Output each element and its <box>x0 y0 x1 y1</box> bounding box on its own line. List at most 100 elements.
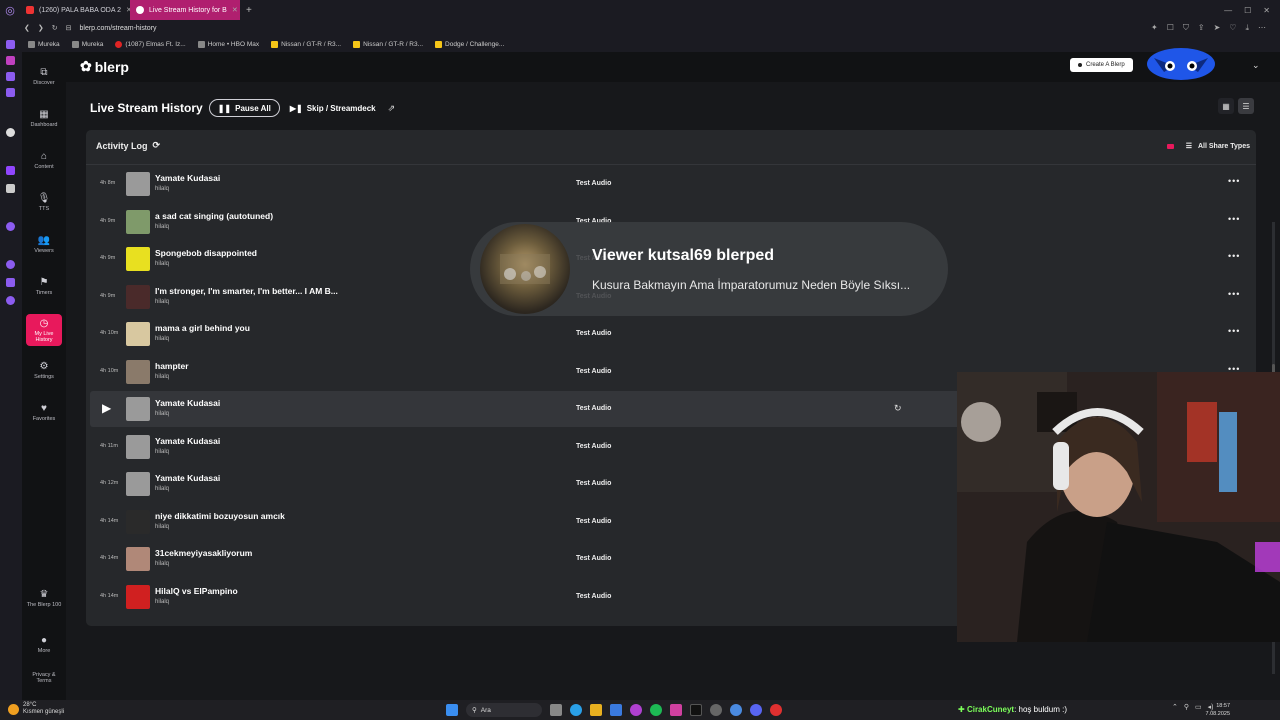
sidebar-item-viewers[interactable]: 👥 Viewers <box>26 234 62 255</box>
app-icon[interactable] <box>770 704 782 716</box>
instagram-icon[interactable] <box>670 704 682 716</box>
more-options-icon[interactable]: ••• <box>1228 326 1240 336</box>
external-link-icon[interactable]: ⇗ <box>388 103 396 114</box>
sidebar-app-icon[interactable] <box>6 72 15 81</box>
sidebar-item-the-blerp-100[interactable]: ♛ The Blerp 100 <box>26 588 62 609</box>
sidebar-item-my-live-history[interactable]: ◷ My Live History <box>26 314 62 346</box>
sidebar-item-settings[interactable]: ⚙ Settings <box>26 360 62 381</box>
chat-overlay: ✚ CirakCuneyt: hoş buldum :) <box>958 705 1067 714</box>
back-icon[interactable]: ❮ <box>24 24 30 32</box>
more-options-icon[interactable]: ••• <box>1228 289 1240 299</box>
more-options-icon[interactable]: ••• <box>1228 176 1240 186</box>
tab-youtube[interactable]: (1260) PALA BABA ODA 2 ✕ <box>20 0 130 20</box>
sound-title: niye dikkatimi bozuyosun amcık <box>155 510 285 521</box>
sidebar-app-icon[interactable] <box>6 40 15 49</box>
play-icon[interactable]: ▶ <box>102 401 111 415</box>
clock[interactable]: 18:57 7.08.2025 <box>1204 702 1230 718</box>
browser-logo-icon[interactable]: ◎ <box>0 0 20 20</box>
bookmark-item[interactable]: Mureka <box>71 40 103 48</box>
more-options-icon[interactable]: ••• <box>1228 251 1240 261</box>
heart-icon[interactable]: ♡ <box>1229 23 1236 33</box>
chevron-down-icon[interactable]: ⌄ <box>1252 60 1260 71</box>
bookmark-item[interactable]: Home • HBO Max <box>197 40 259 48</box>
sidebar-app-icon[interactable] <box>6 222 15 231</box>
forward-icon[interactable]: ❯ <box>38 24 44 32</box>
discover-icon: ⧉ <box>40 66 48 78</box>
sidebar-item-discover[interactable]: ⧉ Discover <box>26 66 62 87</box>
store-icon[interactable] <box>610 704 622 716</box>
tab-blerp[interactable]: Live Stream History for B ✕ <box>130 0 240 20</box>
share-icon[interactable]: ⇪ <box>1198 23 1205 33</box>
skip-streamdeck-button[interactable]: ▶❚ Skip / Streamdeck <box>290 104 376 113</box>
sidebar-app-icon[interactable] <box>6 56 15 65</box>
browser-app-icon[interactable] <box>630 704 642 716</box>
grid-view-icon[interactable]: ▦ <box>1218 98 1234 114</box>
download-icon[interactable]: ⤓ <box>1245 23 1249 33</box>
share-type-filter[interactable]: ☰ All Share Types <box>1166 142 1250 150</box>
reload-icon[interactable]: ↻ <box>52 24 58 32</box>
blerp-logo[interactable]: ✿ blerp <box>80 58 129 75</box>
window-controls: — ☐ ✕ <box>1224 6 1280 15</box>
sidebar-item-dashboard[interactable]: ▦ Dashboard <box>26 108 62 129</box>
sound-user: hilalq <box>155 523 170 530</box>
bookmark-item[interactable]: Nissan / GT-R / R3... <box>353 40 423 48</box>
app-icon[interactable] <box>730 704 742 716</box>
bookmark-item[interactable]: Mureka <box>28 40 60 48</box>
bookmark-item[interactable]: Dodge / Challenge... <box>435 40 504 48</box>
mic-icon[interactable]: ⚲ <box>1184 703 1189 711</box>
send-icon[interactable]: ➤ <box>1214 23 1221 33</box>
blerp-logo-icon: ✿ <box>80 58 92 74</box>
network-icon[interactable]: ▭ <box>1195 703 1202 711</box>
create-blerp-button[interactable]: Create A Blerp <box>1070 58 1133 72</box>
taskbar-search[interactable]: ⚲ Ara <box>466 703 542 717</box>
sidebar-app-icon[interactable] <box>6 278 15 287</box>
more-options-icon[interactable]: ••• <box>1228 214 1240 224</box>
twitch-icon[interactable] <box>6 166 15 175</box>
minimize-icon[interactable]: — <box>1224 6 1232 15</box>
file-explorer-icon[interactable] <box>590 704 602 716</box>
bookmark-item[interactable]: Nissan / GT-R / R3... <box>271 40 341 48</box>
bookmark-icon[interactable]: ☐ <box>1167 23 1174 33</box>
sidebar-app-icon[interactable] <box>6 128 15 137</box>
sound-thumbnail <box>126 284 150 309</box>
url-field[interactable]: blerp.com/stream-history <box>80 25 157 32</box>
sidebar-app-icon[interactable] <box>6 296 15 305</box>
sidebar-item-favorites[interactable]: ♥ Favorites <box>26 402 62 423</box>
steam-icon[interactable] <box>710 704 722 716</box>
replay-icon[interactable]: ↻ <box>894 403 902 414</box>
sidebar-item-more[interactable]: ● More <box>26 634 62 655</box>
site-info-icon[interactable]: ⊟ <box>66 24 72 32</box>
pause-all-button[interactable]: ❚❚ Pause All <box>208 99 280 117</box>
x-icon[interactable] <box>6 184 15 193</box>
sidebar-item-tts[interactable]: 🎙 TTS <box>26 192 62 213</box>
list-view-icon[interactable]: ☰ <box>1238 98 1254 114</box>
panel-title: Activity Log <box>96 140 148 151</box>
new-tab-button[interactable]: + <box>240 5 258 16</box>
windows-start-icon[interactable] <box>446 704 458 716</box>
discord-icon[interactable] <box>750 704 762 716</box>
sidebar-item-privacy-terms[interactable]: Privacy & Terms <box>26 672 62 684</box>
shield-icon[interactable]: ⛉ <box>1183 23 1189 33</box>
chevron-up-icon[interactable]: ⌃ <box>1172 703 1178 711</box>
tiktok-icon[interactable] <box>690 704 702 716</box>
sidebar-item-timers[interactable]: ⚑ Timers <box>26 276 62 297</box>
menu-icon[interactable]: ⋯ <box>1258 23 1266 33</box>
bookmark-item[interactable]: (1087) Elmas Ft. Iz... <box>115 40 186 48</box>
extension-icon[interactable]: ✦ <box>1151 23 1158 33</box>
list-item[interactable]: 4h 8m Yamate Kudasai hilalq Test Audio ••• <box>90 166 1250 202</box>
spotify-icon[interactable] <box>650 704 662 716</box>
address-bar: ❮ ❯ ↻ ⊟ blerp.com/stream-history ✦ ☐ ⛉ ⇪… <box>0 20 1280 36</box>
sidebar-app-icon[interactable] <box>6 88 15 97</box>
profile-avatar[interactable] <box>1144 40 1218 82</box>
edge-icon[interactable] <box>570 704 582 716</box>
timestamp: 4h 14m <box>100 592 119 599</box>
close-icon[interactable]: ✕ <box>232 6 238 14</box>
refresh-icon[interactable]: ⟳ <box>153 140 161 151</box>
sidebar-app-icon[interactable] <box>6 260 15 269</box>
close-window-icon[interactable]: ✕ <box>1263 6 1270 15</box>
list-item[interactable]: 4h 10m mama a girl behind you hilalq Test A… <box>90 316 1250 352</box>
task-view-icon[interactable] <box>550 704 562 716</box>
weather-widget[interactable]: 28°C Kısmen güneşli <box>8 702 64 716</box>
sidebar-item-content[interactable]: ⌂ Content <box>26 150 62 171</box>
maximize-icon[interactable]: ☐ <box>1244 6 1251 15</box>
